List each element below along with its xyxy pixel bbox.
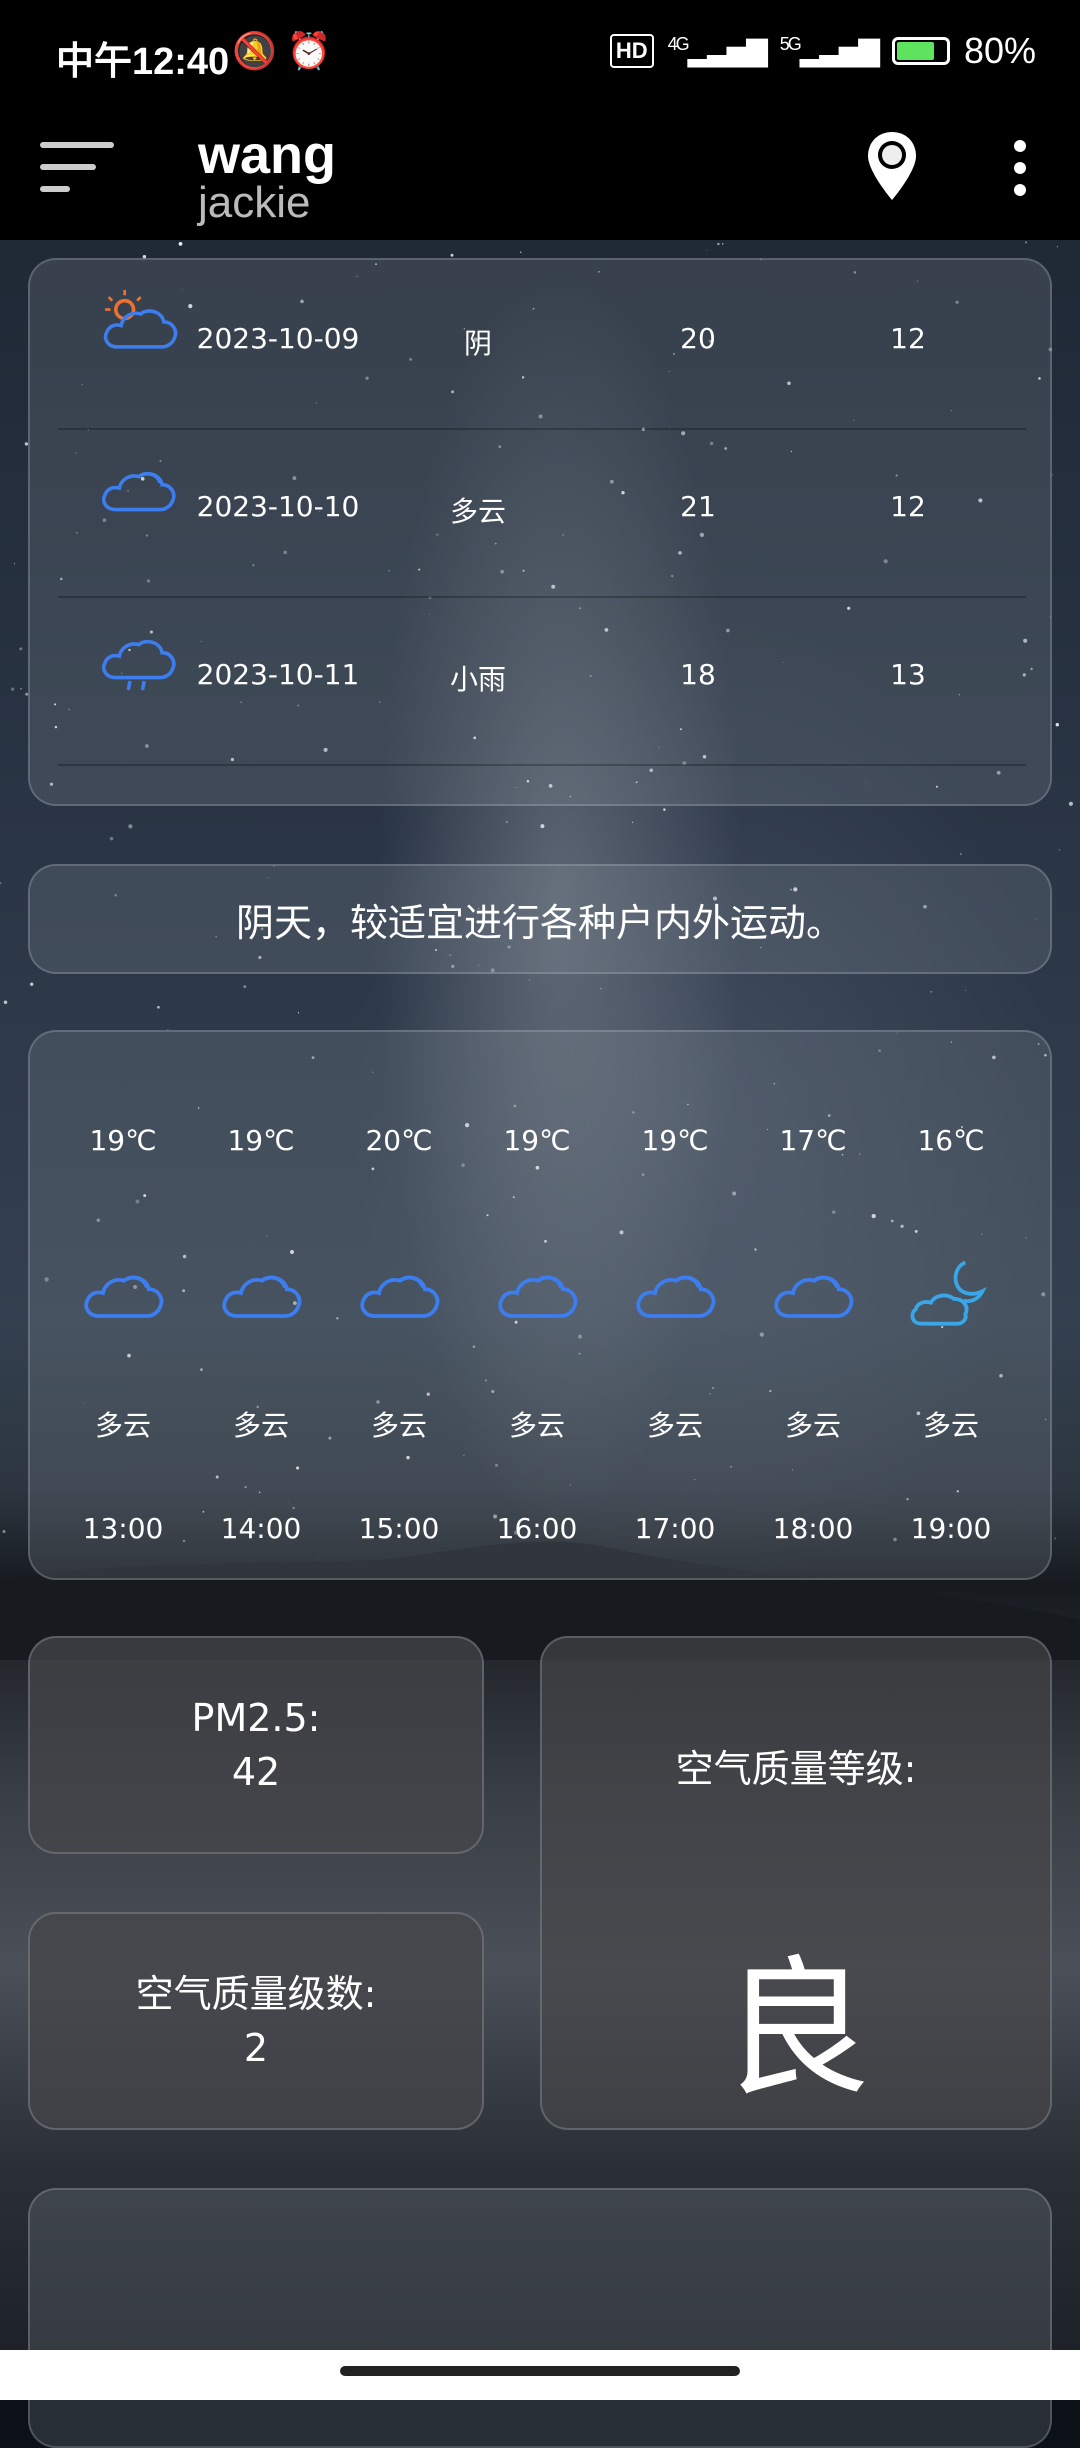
hourly-desc: 多云 (94, 1409, 151, 1442)
forecast-low: 12 (890, 322, 926, 355)
hourly-item: 17℃ 多云 18:00 (748, 1032, 878, 1582)
pm25-card: PM2.5: 42 (28, 1636, 484, 1854)
hourly-time: 14:00 (220, 1512, 302, 1545)
cloud-icon (632, 1252, 718, 1338)
hourly-temp: 17℃ (779, 1124, 847, 1157)
forecast-low: 13 (890, 658, 926, 691)
hourly-time: 18:00 (772, 1512, 854, 1545)
weather-tip: 阴天，较适宜进行各种户内外运动。 (28, 864, 1052, 974)
hd-badge: HD (609, 34, 654, 68)
hourly-temp: 19℃ (227, 1124, 295, 1157)
pm25-label: PM2.5: (191, 1696, 321, 1740)
forecast-high: 18 (680, 658, 716, 691)
hourly-temp: 19℃ (89, 1124, 157, 1157)
network-4g-label: 4G (667, 34, 690, 55)
app-bar: wang jackie (0, 112, 1080, 240)
cloud-moon-icon (908, 1252, 994, 1338)
forecast-high: 21 (680, 490, 716, 523)
forecast-date: 2023-10-09 (196, 322, 360, 355)
hourly-item: 19℃ 多云 17:00 (610, 1032, 740, 1582)
hourly-desc: 多云 (370, 1409, 427, 1442)
daily-forecast-card: 2023-10-09 阴 20 12 2023-10-10 多云 21 12 2023-10-1… (28, 258, 1052, 806)
cloud-icon (218, 1252, 304, 1338)
hourly-item: 19℃ 多云 14:00 (196, 1032, 326, 1582)
hourly-temp: 16℃ (917, 1124, 985, 1157)
network-5g-label: 5G (779, 34, 802, 55)
aqi-grade-card: 空气质量等级: 良 (540, 1636, 1052, 2130)
cloud-icon (80, 1252, 166, 1338)
status-bar: 中午12:40 🔕 ⏰ HD 4G▂▃▅▇ 5G▂▃▅▇ 80% (0, 0, 1080, 112)
hourly-time: 16:00 (496, 1512, 578, 1545)
forecast-weather: 多云 (449, 495, 506, 528)
forecast-date: 2023-10-11 (196, 658, 360, 691)
aqi-level-card: 空气质量级数: 2 (28, 1912, 484, 2130)
forecast-weather: 阴 (463, 327, 492, 360)
location-pin-icon[interactable] (866, 130, 918, 202)
hourly-time: 13:00 (82, 1512, 164, 1545)
hourly-item: 20℃ 多云 15:00 (334, 1032, 464, 1582)
cloud-icon (494, 1252, 580, 1338)
hourly-desc: 多云 (508, 1409, 565, 1442)
hourly-desc: 多云 (922, 1409, 979, 1442)
status-left-icons: 🔕 ⏰ (232, 30, 332, 72)
hourly-temp: 19℃ (641, 1124, 709, 1157)
cloud-icon (356, 1252, 442, 1338)
mute-icon: 🔕 (232, 30, 277, 71)
hourly-item: 19℃ 多云 13:00 (58, 1032, 188, 1582)
hourly-forecast-card[interactable]: 19℃ 多云 13:00 19℃ 多云 14:00 20℃ 多云 15:00 19℃ 多云 16:00… (28, 1030, 1052, 1580)
aqi-level-value: 2 (243, 2026, 269, 2070)
battery-percent: 80% (963, 30, 1036, 71)
forecast-low: 12 (890, 490, 926, 523)
forecast-row[interactable]: 2023-10-11 小雨 18 13 (58, 596, 1026, 766)
bottom-card (28, 2188, 1052, 2448)
hourly-item: 16℃ 多云 19:00 (886, 1032, 1016, 1582)
forecast-weather: 小雨 (449, 663, 506, 696)
aqi-level-label: 空气质量级数: (135, 1972, 377, 2016)
menu-icon[interactable] (40, 142, 116, 202)
home-indicator[interactable] (340, 2366, 740, 2376)
hourly-item: 19℃ 多云 16:00 (472, 1032, 602, 1582)
hourly-desc: 多云 (784, 1409, 841, 1442)
app-title: wang (198, 125, 337, 185)
hourly-desc: 多云 (232, 1409, 289, 1442)
hourly-time: 17:00 (634, 1512, 716, 1545)
tip-text: 阴天，较适宜进行各种户内外运动。 (235, 900, 844, 945)
aqi-grade-value: 良 (720, 1943, 871, 2117)
hourly-time: 15:00 (358, 1512, 440, 1545)
forecast-row[interactable]: 2023-10-10 多云 21 12 (58, 428, 1026, 598)
status-time: 中午12:40 (56, 41, 230, 83)
status-right-icons: HD 4G▂▃▅▇ 5G▂▃▅▇ 80% (609, 30, 1036, 72)
cloud-sun-icon (98, 282, 178, 362)
hourly-temp: 20℃ (365, 1124, 433, 1157)
hourly-time: 19:00 (910, 1512, 992, 1545)
app-subtitle: jackie (198, 178, 311, 227)
cloud-icon (98, 450, 178, 530)
battery-icon (891, 37, 950, 65)
gesture-nav-bar (0, 2350, 1080, 2400)
signal-5g-icon: 5G▂▃▅▇ (779, 34, 880, 67)
forecast-date: 2023-10-10 (196, 490, 360, 523)
forecast-row[interactable]: 2023-10-09 阴 20 12 (58, 260, 1026, 430)
more-vert-icon[interactable] (1008, 140, 1032, 200)
hourly-desc: 多云 (646, 1409, 703, 1442)
alarm-icon: ⏰ (286, 30, 332, 71)
aqi-grade-label: 空气质量等级: (675, 1747, 917, 1791)
pm25-value: 42 (231, 1750, 281, 1794)
signal-4g-icon: 4G▂▃▅▇ (667, 34, 768, 67)
forecast-high: 20 (680, 322, 716, 355)
cloud-rain-icon (98, 618, 178, 698)
cloud-icon (770, 1252, 856, 1338)
hourly-temp: 19℃ (503, 1124, 571, 1157)
